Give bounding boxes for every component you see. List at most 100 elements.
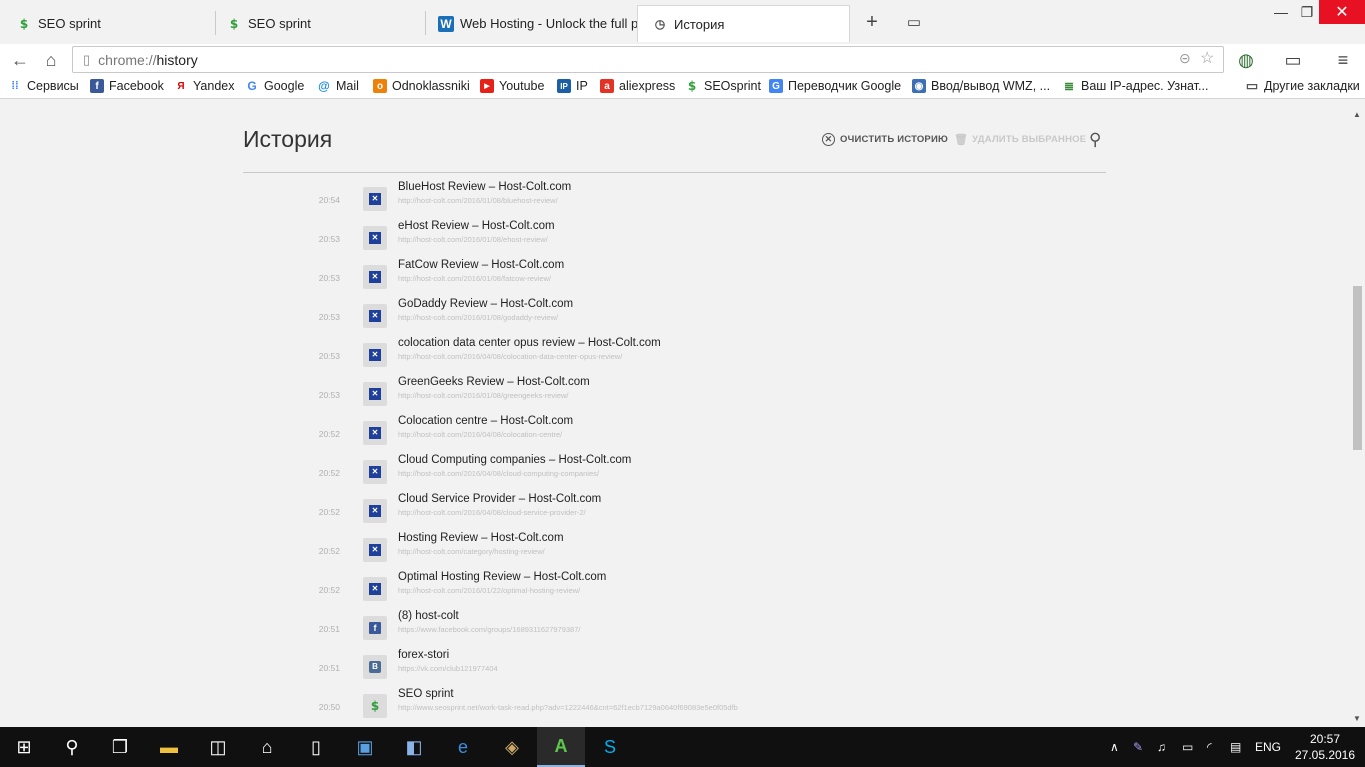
- menu-icon[interactable]: ≡: [1330, 48, 1356, 72]
- history-title[interactable]: (8) host-colt: [398, 610, 459, 622]
- history-item[interactable]: 20:51 B forex-stori https://vk.com/club1…: [300, 648, 1060, 687]
- history-item[interactable]: 20:53 ✕ GoDaddy Review – Host-Colt.com h…: [300, 297, 1060, 336]
- google-icon: G: [247, 79, 257, 93]
- bookmark-services[interactable]: ⁞⁞ Сервисы: [8, 79, 78, 93]
- store-icon[interactable]: ◫: [194, 727, 242, 767]
- language-indicator[interactable]: ENG: [1255, 727, 1281, 767]
- taskbar-clock[interactable]: 20:57 27.05.2016: [1290, 731, 1360, 763]
- home-app-icon[interactable]: ⌂: [243, 727, 291, 767]
- hostcolt-icon: ✕: [363, 304, 387, 328]
- history-title[interactable]: FatCow Review – Host-Colt.com: [398, 259, 564, 271]
- history-item[interactable]: 20:52 ✕ Cloud Service Provider – Host-Co…: [300, 492, 1060, 531]
- speaker-app-icon[interactable]: ◧: [390, 727, 438, 767]
- history-title[interactable]: Optimal Hosting Review – Host-Colt.com: [398, 571, 606, 583]
- page-scrollbar[interactable]: ▲ ▼: [1350, 100, 1365, 727]
- clear-history-button[interactable]: ✕ очистить историю: [822, 133, 948, 146]
- back-icon[interactable]: ←: [8, 48, 32, 72]
- scroll-down-icon[interactable]: ▼: [1353, 714, 1361, 723]
- history-item[interactable]: 20:53 ✕ FatCow Review – Host-Colt.com ht…: [300, 258, 1060, 297]
- address-bar[interactable]: ▯ chrome://history: [72, 46, 1224, 73]
- history-title[interactable]: forex-stori: [398, 649, 449, 661]
- bookmark-aliexpress[interactable]: a aliexpress: [600, 79, 675, 93]
- show-hidden-icons[interactable]: ∧: [1110, 727, 1119, 767]
- file-explorer-icon[interactable]: ▬: [145, 727, 193, 767]
- history-title[interactable]: Hosting Review – Host-Colt.com: [398, 532, 564, 544]
- tab-seo-sprint-2[interactable]: $ SEO sprint: [212, 5, 426, 42]
- search-icon[interactable]: ⚲: [48, 727, 96, 767]
- close-icon[interactable]: ✕: [1319, 0, 1365, 24]
- bookmark-youtube[interactable]: ▶ Youtube: [480, 79, 544, 93]
- history-item[interactable]: 20:52 ✕ Colocation centre – Host-Colt.co…: [300, 414, 1060, 453]
- yandex-icon: Я: [177, 80, 185, 92]
- scroll-thumb[interactable]: [1353, 286, 1362, 450]
- search-icon[interactable]: ⚲: [1089, 130, 1101, 150]
- hostcolt-icon: ✕: [363, 421, 387, 445]
- minimize-icon[interactable]: —: [1267, 0, 1295, 24]
- history-title[interactable]: GreenGeeks Review – Host-Colt.com: [398, 376, 590, 388]
- new-tab-icon[interactable]: +: [862, 11, 882, 33]
- history-title[interactable]: GoDaddy Review – Host-Colt.com: [398, 298, 573, 310]
- battery-icon[interactable]: ▭: [1182, 727, 1193, 767]
- tab-title: SEO sprint: [38, 16, 101, 31]
- history-item[interactable]: 20:53 ✕ GreenGeeks Review – Host-Colt.co…: [300, 375, 1060, 414]
- history-title[interactable]: Cloud Computing companies – Host-Colt.co…: [398, 454, 631, 466]
- history-title[interactable]: SEO sprint: [398, 688, 454, 700]
- history-item[interactable]: 20:52 ✕ Cloud Computing companies – Host…: [300, 453, 1060, 492]
- bookmark-ip[interactable]: IP IP: [557, 79, 588, 93]
- monitor-app-icon[interactable]: ▣: [341, 727, 389, 767]
- bookmark-seosprint[interactable]: $ SEOsprint: [685, 79, 761, 93]
- history-title[interactable]: Colocation centre – Host-Colt.com: [398, 415, 573, 427]
- trash-icon: 🗑: [954, 134, 969, 146]
- wifi-icon[interactable]: ◜: [1207, 727, 1212, 767]
- task-view-icon[interactable]: ❐: [96, 727, 144, 767]
- tab-seo-sprint-1[interactable]: $ SEO sprint: [2, 5, 216, 42]
- notifications-icon[interactable]: ▤: [1230, 727, 1241, 767]
- pen-icon[interactable]: ✎: [1133, 727, 1143, 767]
- history-time: 20:53: [318, 390, 340, 400]
- history-item[interactable]: 20:52 ✕ Hosting Review – Host-Colt.com h…: [300, 531, 1060, 570]
- bookmark-ip-address[interactable]: ≣ Ваш IP-адрес. Узнат...: [1062, 79, 1208, 93]
- chrome-app-icon[interactable]: A: [537, 727, 585, 767]
- history-title[interactable]: Cloud Service Provider – Host-Colt.com: [398, 493, 601, 505]
- bookmark-yandex[interactable]: Я Yandex: [174, 79, 234, 93]
- history-title[interactable]: BlueHost Review – Host-Colt.com: [398, 181, 571, 193]
- history-item[interactable]: 20:50 $ SEO sprint http://www.seosprint.…: [300, 687, 1060, 726]
- delete-selected-button[interactable]: 🗑 удалить выбранное: [954, 133, 1086, 146]
- history-title[interactable]: eHost Review – Host-Colt.com: [398, 220, 555, 232]
- chat-icon[interactable]: ▭: [1280, 48, 1306, 72]
- tab-search-icon[interactable]: ▭: [904, 12, 924, 32]
- skype-icon[interactable]: S: [586, 727, 634, 767]
- restore-icon[interactable]: ❐: [1293, 0, 1321, 24]
- bookmark-google[interactable]: G Google: [245, 79, 304, 93]
- tab-web-hosting[interactable]: W Web Hosting - Unlock the full po: [424, 5, 638, 42]
- bookmark-facebook[interactable]: f Facebook: [90, 79, 164, 93]
- history-time: 20:52: [318, 546, 340, 556]
- history-time: 20:51: [318, 663, 340, 673]
- history-item[interactable]: 20:52 ✕ Optimal Hosting Review – Host-Co…: [300, 570, 1060, 609]
- history-item[interactable]: 20:51 f (8) host-colt https://www.facebo…: [300, 609, 1060, 648]
- scroll-up-icon[interactable]: ▲: [1353, 110, 1361, 119]
- history-item[interactable]: 20:53 ✕ colocation data center opus revi…: [300, 336, 1060, 375]
- clear-icon: ✕: [822, 133, 835, 146]
- history-item[interactable]: 20:54 ✕ BlueHost Review – Host-Colt.com …: [300, 180, 1060, 219]
- bookmark-wmz[interactable]: ◉ Ввод/вывод WMZ, ...: [912, 79, 1050, 93]
- edge-icon[interactable]: e: [439, 727, 487, 767]
- volume-icon[interactable]: ♫: [1157, 727, 1166, 767]
- apps-icon: ⁞⁞: [11, 80, 19, 92]
- seosprint-icon: $: [19, 16, 29, 31]
- home-icon[interactable]: ⌂: [39, 48, 63, 72]
- bookmark-translate[interactable]: G Переводчик Google: [769, 79, 901, 93]
- block-icon[interactable]: ⊝: [1179, 50, 1191, 67]
- shield-app-icon[interactable]: ◈: [488, 727, 536, 767]
- document-icon[interactable]: ▯: [292, 727, 340, 767]
- tab-history[interactable]: ◷ История: [637, 5, 850, 42]
- bookmark-mail[interactable]: @ Mail: [317, 79, 359, 93]
- star-icon[interactable]: ☆: [1200, 48, 1214, 68]
- bookmark-odnoklassniki[interactable]: o Odnoklassniki: [373, 79, 470, 93]
- windows-start-icon[interactable]: ⊞: [0, 727, 48, 767]
- globe-icon[interactable]: ◍: [1233, 48, 1259, 72]
- history-item[interactable]: 20:53 ✕ eHost Review – Host-Colt.com htt…: [300, 219, 1060, 258]
- aliexpress-icon: a: [600, 79, 614, 93]
- history-title[interactable]: colocation data center opus review – Hos…: [398, 337, 661, 349]
- bookmark-other[interactable]: ▭ Другие закладки: [1245, 78, 1360, 93]
